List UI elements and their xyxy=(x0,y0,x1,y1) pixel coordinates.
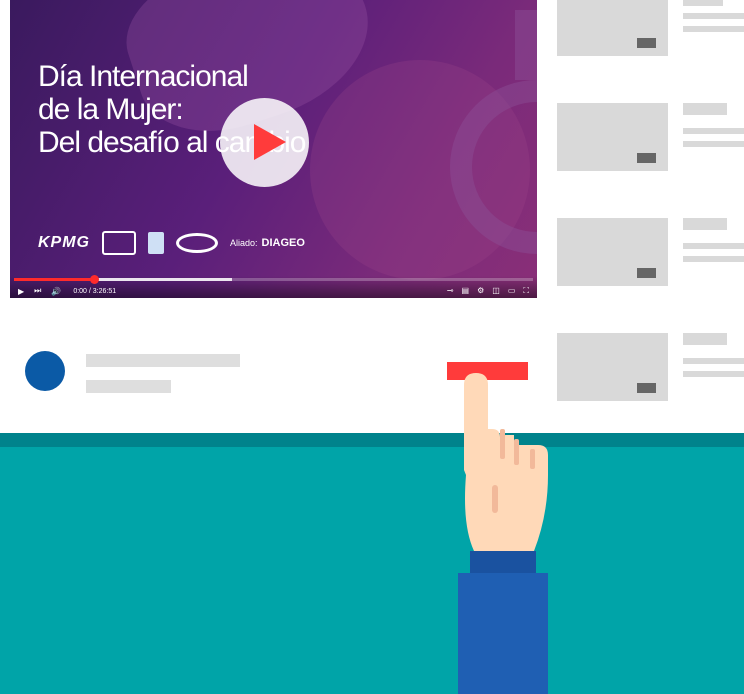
duration-badge xyxy=(637,268,656,278)
aliado-text: Aliado: xyxy=(230,238,258,248)
related-thumbnail[interactable] xyxy=(557,218,668,286)
related-meta-placeholder xyxy=(683,128,744,134)
aliado-label: Aliado: DIAGEO xyxy=(230,237,305,249)
channel-name-placeholder xyxy=(86,354,240,367)
floor-background xyxy=(0,447,744,694)
related-title-placeholder xyxy=(683,0,723,6)
cuff xyxy=(470,551,536,573)
pointing-hand-icon xyxy=(458,373,548,694)
next-icon[interactable]: ⏭ xyxy=(34,286,41,296)
duration-badge xyxy=(637,38,656,48)
partner-badge-logo xyxy=(148,232,164,254)
diageo-logo: DIAGEO xyxy=(261,237,305,249)
duration-badge xyxy=(637,153,656,163)
time-display: 0:00 / 3:26:51 xyxy=(73,287,117,295)
miniplayer-icon[interactable]: ◫ xyxy=(492,286,500,296)
related-meta-placeholder xyxy=(683,26,744,32)
volume-icon[interactable]: 🔊 xyxy=(51,287,61,296)
related-video-item[interactable] xyxy=(557,0,744,56)
play-button[interactable] xyxy=(220,98,309,187)
finger-crease xyxy=(500,429,505,459)
related-title-placeholder xyxy=(683,333,727,345)
play-icon xyxy=(254,124,286,160)
evenseo-logo xyxy=(176,233,218,253)
video-player[interactable]: Día Internacional de la Mujer: Del desaf… xyxy=(10,0,537,298)
related-meta-placeholder xyxy=(683,256,744,262)
control-bar: ▶ ⏭ 🔊 0:00 / 3:26:51 ⊸ ▤ ⚙ ◫ ▭ ⛶ xyxy=(18,285,529,297)
finger-crease xyxy=(514,439,519,465)
related-meta-placeholder xyxy=(683,358,744,364)
theater-icon[interactable]: ▭ xyxy=(508,286,516,296)
related-video-item[interactable] xyxy=(557,218,744,286)
sponsor-logos: KPMG Aliado: DIAGEO xyxy=(38,230,305,256)
floor-edge xyxy=(0,433,744,447)
fullscreen-icon[interactable]: ⛶ xyxy=(523,286,529,296)
related-thumbnail[interactable] xyxy=(557,333,668,401)
related-video-item[interactable] xyxy=(557,333,744,401)
related-meta-placeholder xyxy=(683,371,744,377)
channel-avatar[interactable] xyxy=(25,351,65,391)
progress-bar[interactable] xyxy=(14,275,533,284)
subtitles-icon[interactable]: ▤ xyxy=(462,286,470,296)
hand-palm xyxy=(464,373,548,551)
duration-badge xyxy=(637,383,656,393)
related-title-placeholder xyxy=(683,218,727,230)
finger-crease xyxy=(530,449,535,469)
channel-meta-placeholder xyxy=(86,380,171,393)
thumb-crease xyxy=(492,485,498,513)
related-thumbnail[interactable] xyxy=(557,0,668,56)
venus-symbol-bar xyxy=(515,10,537,80)
related-meta-placeholder xyxy=(683,243,744,249)
sleeve xyxy=(458,573,548,694)
kpmg-logo: KPMG xyxy=(38,234,90,251)
right-controls: ⊸ ▤ ⚙ ◫ ▭ ⛶ xyxy=(447,286,529,296)
related-video-item[interactable] xyxy=(557,103,744,171)
related-meta-placeholder xyxy=(683,13,744,19)
progress-fill xyxy=(14,278,95,281)
title-line: Día Internacional xyxy=(38,60,249,93)
partner-logo xyxy=(102,231,136,255)
related-meta-placeholder xyxy=(683,141,744,147)
related-title-placeholder xyxy=(683,103,727,115)
autoplay-toggle-icon[interactable]: ⊸ xyxy=(447,286,454,296)
play-icon[interactable]: ▶ xyxy=(18,287,24,296)
related-thumbnail[interactable] xyxy=(557,103,668,171)
settings-icon[interactable]: ⚙ xyxy=(477,286,484,296)
